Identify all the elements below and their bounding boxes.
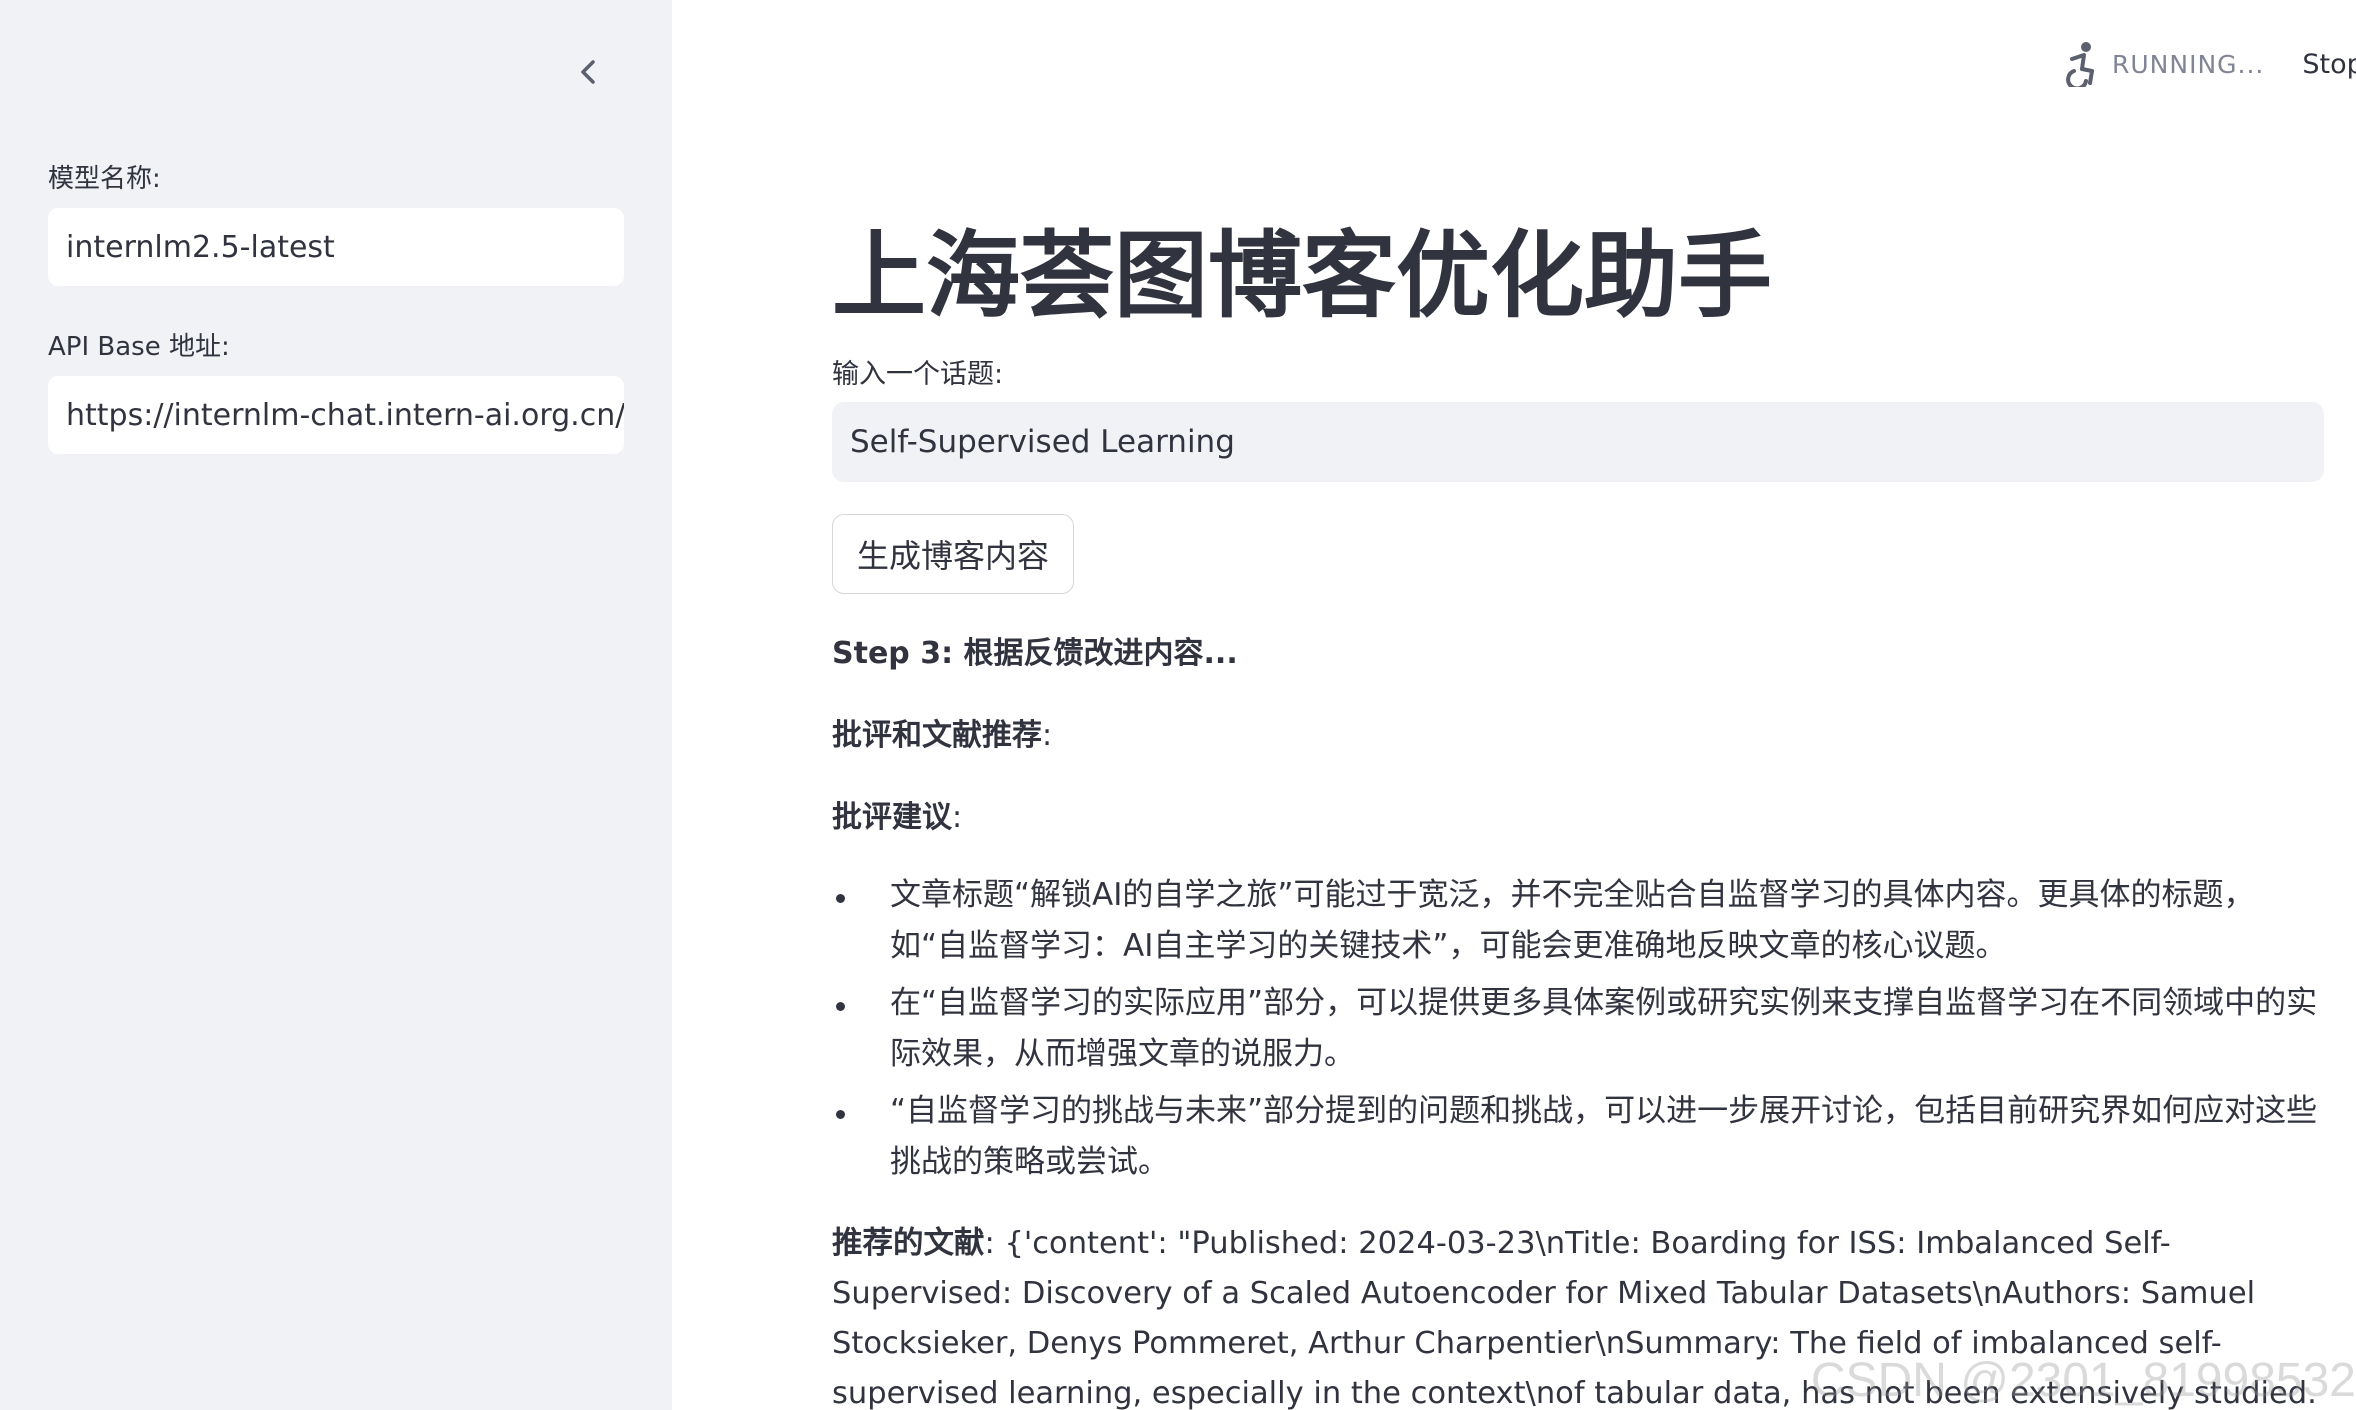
list-item: 文章标题“解锁AI的自学之旅”可能过于宽泛，并不完全贴合自监督学习的具体内容。更… bbox=[832, 870, 2326, 972]
step-status-text: Step 3: 根据反馈改进内容... bbox=[832, 628, 1238, 672]
page-title: 上海荟图博客优化助手 bbox=[832, 222, 1773, 331]
suggestion-heading: 批评建议: bbox=[832, 792, 962, 836]
model-name-label: 模型名称: bbox=[48, 164, 161, 194]
topic-label: 输入一个话题: bbox=[832, 359, 1004, 390]
api-base-label: API Base 地址: bbox=[48, 332, 230, 362]
app-window: 模型名称: internlm2.5-latest API Base 地址: ht… bbox=[0, 0, 2356, 1410]
api-base-input[interactable]: https://internlm-chat.intern-ai.org.cn/p… bbox=[48, 376, 624, 454]
generate-blog-button[interactable]: 生成博客内容 bbox=[832, 514, 1075, 594]
bullet-dot bbox=[836, 894, 845, 903]
suggestion-list: 文章标题“解锁AI的自学之旅”可能过于宽泛，并不完全贴合自监督学习的具体内容。更… bbox=[832, 870, 2326, 1194]
status-bar: RUNNING... Stop bbox=[2062, 40, 2356, 88]
running-status-text: RUNNING... bbox=[2112, 49, 2265, 79]
sidebar: 模型名称: internlm2.5-latest API Base 地址: ht… bbox=[0, 0, 672, 1410]
watermark: CSDN @2301_81998532 bbox=[1810, 1354, 2356, 1407]
suggestion-heading-text: 批评建议 bbox=[832, 800, 952, 835]
chevron-left-icon bbox=[581, 60, 595, 84]
bullet-dot bbox=[836, 1110, 845, 1119]
critique-heading-text: 批评和文献推荐 bbox=[832, 718, 1042, 753]
model-name-input[interactable]: internlm2.5-latest bbox=[48, 208, 624, 286]
list-item-text: “自监督学习的挑战与未来”部分提到的问题和挑战，可以进一步展开讨论，包括目前研究… bbox=[890, 1093, 2318, 1180]
list-item-text: 文章标题“解锁AI的自学之旅”可能过于宽泛，并不完全贴合自监督学习的具体内容。更… bbox=[890, 877, 2255, 964]
critique-heading-colon: : bbox=[1042, 718, 1053, 753]
critique-heading: 批评和文献推荐: bbox=[832, 710, 1052, 754]
collapse-sidebar-button[interactable] bbox=[568, 52, 608, 92]
topic-input[interactable]: Self-Supervised Learning bbox=[832, 402, 2324, 482]
stop-button[interactable]: Stop bbox=[2302, 49, 2356, 80]
list-item: 在“自监督学习的实际应用”部分，可以提供更多具体案例或研究实例来支撑自监督学习在… bbox=[832, 978, 2326, 1080]
bullet-dot bbox=[836, 1002, 845, 1011]
references-heading: 推荐的文献 bbox=[832, 1226, 985, 1261]
list-item-text: 在“自监督学习的实际应用”部分，可以提供更多具体案例或研究实例来支撑自监督学习在… bbox=[890, 985, 2318, 1072]
running-person-icon bbox=[2066, 42, 2094, 87]
list-item: “自监督学习的挑战与未来”部分提到的问题和挑战，可以进一步展开讨论，包括目前研究… bbox=[832, 1086, 2326, 1188]
suggestion-heading-colon: : bbox=[952, 800, 963, 835]
step-text: Step 3: 根据反馈改进内容... bbox=[832, 636, 1238, 671]
